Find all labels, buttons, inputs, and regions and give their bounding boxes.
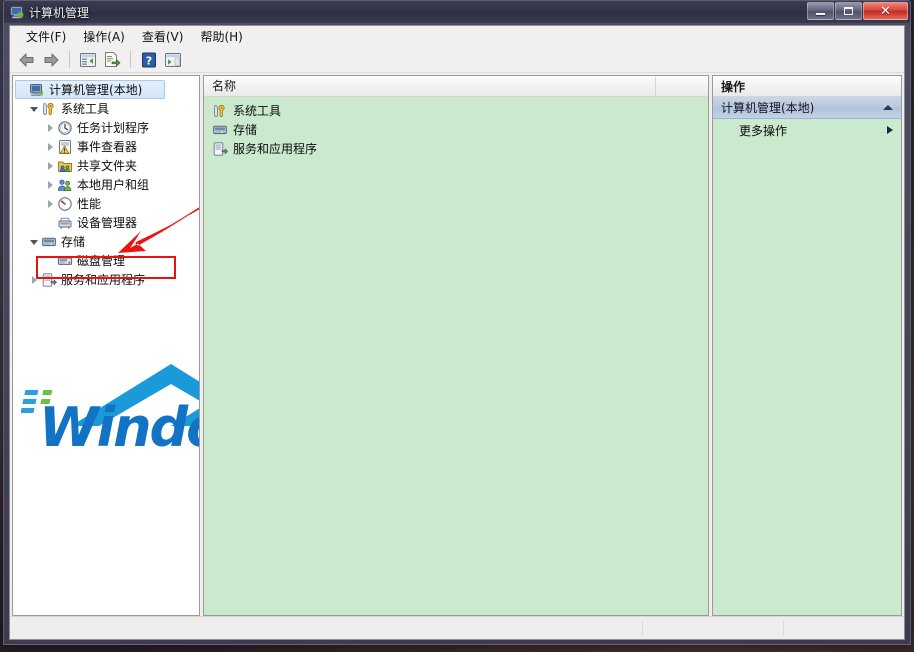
show-tree-icon[interactable]	[77, 49, 99, 70]
chevron-right-icon	[887, 126, 893, 134]
screen: 计算机管理 ✕ 文件(F) 操作(A) 查看(V) 帮助(H) ? 计算机管理(…	[0, 0, 914, 652]
panes-container: 计算机管理(本地) 系统工具 任务计划程序 事件查看器 共享文件夹 本地用户和组…	[10, 73, 904, 616]
watermark-logo: Windows 7 en .com	[21, 364, 200, 454]
tree-item-computer-management-root[interactable]: 计算机管理(本地)	[15, 80, 197, 99]
client-area: 文件(F) 操作(A) 查看(V) 帮助(H) ? 计算机管理(本地) 系统工具…	[9, 25, 905, 640]
menu-file[interactable]: 文件(F)	[18, 26, 75, 47]
tree-item-shared-folders[interactable]: 共享文件夹	[15, 156, 197, 175]
window-controls: ✕	[806, 2, 908, 20]
tree-item-storage[interactable]: 存储	[15, 232, 197, 251]
tree-expander-system-tools[interactable]	[27, 105, 41, 112]
tree-item-event-viewer[interactable]: 事件查看器	[15, 137, 197, 156]
maximize-button[interactable]	[835, 2, 862, 20]
tree-expander-storage[interactable]	[27, 238, 41, 245]
menu-action[interactable]: 操作(A)	[75, 26, 134, 47]
device-manager-icon	[57, 215, 73, 231]
performance-icon	[57, 196, 73, 212]
title-bar[interactable]: 计算机管理 ✕	[4, 1, 910, 23]
event-viewer-icon	[57, 139, 73, 155]
tree-item-task-scheduler[interactable]: 任务计划程序	[15, 118, 197, 137]
shared-folders-icon	[57, 158, 73, 174]
tree-expander-task-scheduler[interactable]	[43, 123, 57, 132]
svg-text:Windows: Windows	[39, 396, 200, 454]
task-scheduler-icon	[57, 120, 73, 136]
toolbar: ?	[10, 47, 904, 73]
actions-group-title: 计算机管理(本地)	[721, 101, 815, 115]
list-column-header-row: 名称	[204, 76, 708, 97]
column-header-filler	[656, 77, 708, 96]
window-title: 计算机管理	[29, 5, 90, 20]
action-item-label: 更多操作	[739, 123, 788, 138]
system-tools-icon	[41, 101, 57, 117]
results-list-pane[interactable]: 名称 系统工具 存储 服务和应用程序	[203, 75, 709, 616]
menu-view[interactable]: 查看(V)	[134, 26, 193, 47]
list-body: 系统工具 存储 服务和应用程序	[204, 97, 708, 615]
export-list-icon[interactable]	[101, 49, 123, 70]
column-header-name[interactable]: 名称	[204, 76, 656, 96]
computer-management-icon	[9, 4, 25, 20]
chevron-up-icon[interactable]	[883, 105, 893, 110]
tree-item-system-tools[interactable]: 系统工具	[15, 99, 197, 118]
list-item-label: 系统工具	[233, 104, 282, 118]
tree-item-label: 共享文件夹	[77, 158, 138, 173]
list-item-label: 服务和应用程序	[233, 142, 318, 156]
actions-pane-filler	[713, 141, 901, 615]
show-action-pane-icon[interactable]	[162, 49, 184, 70]
status-bar	[10, 616, 904, 639]
list-item[interactable]: 服务和应用程序	[204, 139, 708, 158]
menu-bar: 文件(F) 操作(A) 查看(V) 帮助(H)	[10, 26, 904, 47]
tree-item-label: 系统工具	[61, 101, 110, 116]
console-tree-pane[interactable]: 计算机管理(本地) 系统工具 任务计划程序 事件查看器 共享文件夹 本地用户和组…	[12, 75, 200, 616]
tree-expander-local-users-and-groups[interactable]	[43, 180, 57, 189]
status-segment-main	[10, 621, 643, 635]
annotation-highlight-box	[36, 256, 176, 279]
computer-icon	[29, 82, 45, 98]
close-icon: ✕	[880, 3, 891, 19]
computer-management-window: 计算机管理 ✕ 文件(F) 操作(A) 查看(V) 帮助(H) ? 计算机管理(…	[3, 0, 911, 645]
list-item-label: 存储	[233, 123, 258, 137]
tree-item-performance[interactable]: 性能	[15, 194, 197, 213]
services-applications-icon	[212, 141, 228, 157]
tree-item-label: 设备管理器	[77, 215, 138, 230]
local-users-groups-icon	[57, 177, 73, 193]
tree-item-label: 存储	[61, 234, 86, 249]
storage-icon	[41, 234, 57, 250]
list-item[interactable]: 系统工具	[204, 101, 708, 120]
tree-item-label: 性能	[77, 196, 102, 211]
tree-item-label: 任务计划程序	[77, 120, 150, 135]
tree-item-device-manager[interactable]: 设备管理器	[15, 213, 197, 232]
actions-pane[interactable]: 操作 计算机管理(本地) 更多操作	[712, 75, 902, 616]
actions-pane-header: 操作	[713, 76, 901, 97]
back-arrow-icon[interactable]	[16, 49, 38, 70]
system-tools-icon	[212, 103, 228, 119]
tree-item-label: 事件查看器	[77, 139, 138, 154]
help-icon[interactable]: ?	[138, 49, 160, 70]
minimize-button[interactable]	[807, 2, 834, 20]
close-button[interactable]: ✕	[863, 2, 908, 20]
status-segment-middle	[643, 621, 784, 635]
menu-help[interactable]: 帮助(H)	[192, 26, 251, 47]
storage-icon	[212, 122, 228, 138]
tree-expander-performance[interactable]	[43, 199, 57, 208]
action-more-actions[interactable]: 更多操作	[713, 119, 901, 141]
tree-expander-event-viewer[interactable]	[43, 142, 57, 151]
tree-item-local-users-and-groups[interactable]: 本地用户和组	[15, 175, 197, 194]
status-segment-right	[784, 621, 904, 635]
tree-item-label: 计算机管理(本地)	[49, 82, 143, 97]
forward-arrow-icon[interactable]	[40, 49, 62, 70]
toolbar-separator	[69, 51, 70, 68]
tree-item-label: 本地用户和组	[77, 177, 150, 192]
actions-group-header[interactable]: 计算机管理(本地)	[713, 97, 901, 119]
tree-expander-shared-folders[interactable]	[43, 161, 57, 170]
list-item[interactable]: 存储	[204, 120, 708, 139]
toolbar-separator-2	[130, 51, 131, 68]
svg-text:?: ?	[146, 54, 152, 67]
